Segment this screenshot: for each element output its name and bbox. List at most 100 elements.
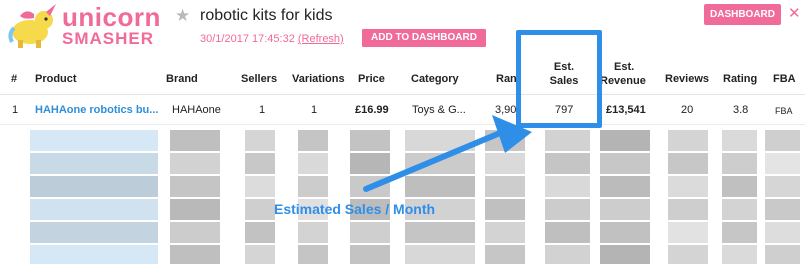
pixelated-block: [511, 153, 525, 174]
pixelated-block: [485, 176, 499, 197]
cell-sellers: 1: [259, 104, 266, 116]
pixelated-block: [255, 222, 265, 243]
pixelated-block: [498, 222, 512, 243]
col-header-product[interactable]: Product: [35, 72, 77, 86]
logo-line-1: unicorn: [62, 2, 161, 32]
pixelated-block: [203, 222, 220, 243]
col-header-fba[interactable]: FBA: [773, 72, 796, 86]
pixelated-block: [600, 245, 617, 264]
pixelated-block: [668, 153, 682, 174]
pixelated-block: [245, 153, 255, 174]
pixelated-block: [115, 176, 158, 197]
cell-variations: 1: [311, 104, 318, 116]
pixelated-block: [170, 153, 187, 174]
pixelated-block: [170, 130, 187, 151]
cell-fba: FBA: [775, 106, 793, 116]
pixelated-block: [318, 222, 328, 243]
pixelated-block: [363, 176, 377, 197]
pixelated-block: [170, 222, 187, 243]
pixelated-block: [681, 199, 695, 220]
pixelated-block: [745, 245, 757, 264]
pixelated-block: [186, 130, 204, 151]
pixelated-block: [616, 176, 634, 197]
cell-price: £16.99: [355, 104, 389, 116]
pixelated-block: [560, 130, 575, 151]
pixelated-block: [376, 245, 390, 264]
close-icon[interactable]: ✕: [788, 4, 801, 22]
pixelated-block: [376, 176, 390, 197]
pixelated-block: [428, 130, 452, 151]
pixelated-block: [498, 176, 512, 197]
favorite-star-icon[interactable]: ★: [175, 6, 190, 26]
col-header-variations[interactable]: Variations: [292, 72, 345, 86]
pixelated-block: [451, 130, 475, 151]
refresh-link[interactable]: (Refresh): [298, 33, 344, 45]
pixelated-block: [560, 222, 575, 243]
col-header-est-revenue[interactable]: Est. Revenue: [600, 60, 646, 88]
pixelated-block: [765, 176, 777, 197]
pixelated-block: [668, 130, 682, 151]
col-header-sellers[interactable]: Sellers: [241, 72, 277, 86]
pixelated-block: [668, 176, 682, 197]
pixelated-block: [186, 199, 204, 220]
pixelated-block: [776, 199, 789, 220]
col-header-rank[interactable]: Ran: [496, 72, 517, 86]
pixelated-block: [255, 153, 265, 174]
pixelated-block: [545, 222, 560, 243]
pixelated-block: [451, 245, 475, 264]
pixelated-block: [30, 199, 73, 220]
pixelated-block: [255, 245, 265, 264]
add-to-dashboard-button[interactable]: ADD TO DASHBOARD: [362, 29, 486, 47]
pixelated-block: [72, 153, 116, 174]
cell-rating: 3.8: [733, 104, 749, 116]
cell-reviews: 20: [681, 104, 694, 116]
pixelated-block: [245, 245, 255, 264]
dashboard-button[interactable]: DASHBOARD: [704, 4, 781, 25]
pixelated-block: [72, 130, 116, 151]
pixelated-block: [363, 130, 377, 151]
pixelated-block: [30, 176, 73, 197]
pixelated-block: [498, 153, 512, 174]
pixelated-block: [633, 176, 650, 197]
pixelated-block: [265, 130, 275, 151]
pixelated-block: [428, 153, 452, 174]
pixelated-block: [405, 153, 429, 174]
pixelated-block: [485, 245, 499, 264]
pixelated-block: [350, 130, 364, 151]
pixelated-block: [733, 199, 746, 220]
col-header-price[interactable]: Price: [358, 72, 385, 86]
pixelated-block: [788, 199, 800, 220]
pixelated-block: [265, 176, 275, 197]
col-header-reviews[interactable]: Reviews: [665, 72, 709, 86]
pixelated-block: [511, 245, 525, 264]
pixelated-block: [600, 130, 617, 151]
pixelated-block: [72, 245, 116, 264]
est-sales-highlight-box: [516, 30, 602, 128]
unicorn-logo-icon: [8, 4, 56, 48]
col-header-category[interactable]: Category: [411, 72, 459, 86]
pixelated-block: [722, 153, 734, 174]
pixelated-block: [405, 176, 429, 197]
pixelated-block: [788, 153, 800, 174]
cell-product-link[interactable]: HAHAone robotics bu...: [35, 104, 158, 116]
pixelated-block: [405, 222, 429, 243]
pixelated-block: [265, 245, 275, 264]
pixelated-block: [545, 176, 560, 197]
pixelated-block: [733, 153, 746, 174]
pixelated-block: [733, 130, 746, 151]
pixelated-block: [318, 176, 328, 197]
pixelated-block: [255, 130, 265, 151]
col-header-rating[interactable]: Rating: [723, 72, 757, 86]
pixelated-block: [511, 222, 525, 243]
col-header-brand[interactable]: Brand: [166, 72, 198, 86]
pixelated-block: [363, 222, 377, 243]
pixelated-block: [633, 245, 650, 264]
col-header-est-revenue-line1: Est.: [614, 61, 635, 73]
pixelated-block: [668, 199, 682, 220]
pixelated-block: [545, 245, 560, 264]
pixelated-block: [575, 176, 590, 197]
pixelated-block: [694, 199, 708, 220]
search-query: robotic kits for kids: [200, 7, 333, 24]
cell-rank: 3,90: [495, 104, 517, 116]
pixelated-block: [115, 153, 158, 174]
